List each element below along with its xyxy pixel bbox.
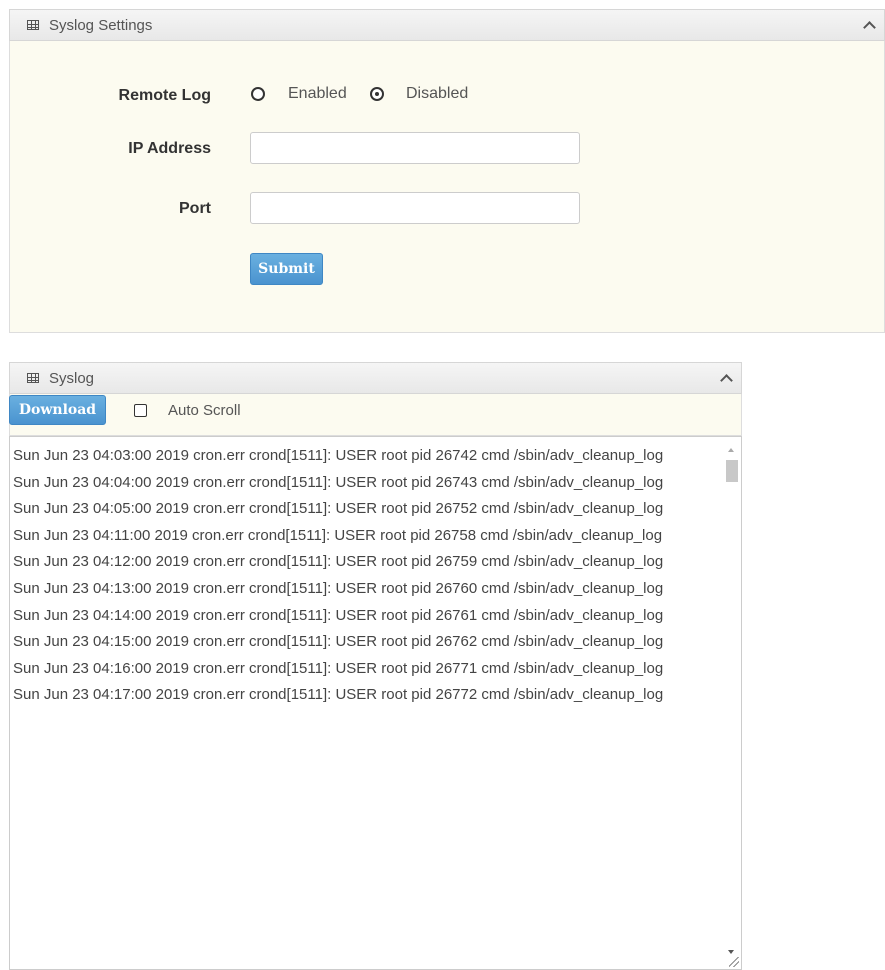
submit-button[interactable]: Submit xyxy=(250,253,323,285)
scroll-up-arrow-icon[interactable] xyxy=(728,448,734,452)
disabled-label: Disabled xyxy=(406,85,469,102)
syslog-settings-title: Syslog Settings xyxy=(49,16,153,34)
ip-address-label: IP Address xyxy=(128,140,211,157)
syslog-settings-header[interactable]: Syslog Settings xyxy=(9,9,885,41)
remote-log-enabled-radio[interactable] xyxy=(251,87,265,101)
syslog-toolbar xyxy=(9,394,742,436)
port-input[interactable] xyxy=(250,192,580,224)
resize-grip-icon[interactable] xyxy=(729,957,739,967)
syslog-text: Sun Jun 23 04:03:00 2019 cron.err crond[… xyxy=(13,447,664,704)
syslog-textarea[interactable]: Sun Jun 23 04:03:00 2019 cron.err crond[… xyxy=(9,436,742,970)
enabled-label: Enabled xyxy=(288,85,347,102)
download-button[interactable]: Download xyxy=(9,395,106,425)
collapse-chevron-icon[interactable] xyxy=(720,374,733,387)
syslog-header[interactable]: Syslog xyxy=(9,362,742,394)
table-icon xyxy=(27,20,39,30)
auto-scroll-label: Auto Scroll xyxy=(168,402,241,419)
syslog-title: Syslog xyxy=(49,369,95,387)
table-icon xyxy=(27,373,39,383)
remote-log-label: Remote Log xyxy=(118,87,211,104)
port-label: Port xyxy=(179,200,211,217)
scroll-down-arrow-icon[interactable] xyxy=(728,950,734,954)
auto-scroll-checkbox[interactable] xyxy=(134,404,147,417)
scroll-thumb[interactable] xyxy=(726,460,738,482)
ip-address-input[interactable] xyxy=(250,132,580,164)
remote-log-disabled-radio[interactable] xyxy=(370,87,384,101)
vertical-scrollbar[interactable] xyxy=(723,438,740,968)
collapse-chevron-icon[interactable] xyxy=(863,21,876,34)
